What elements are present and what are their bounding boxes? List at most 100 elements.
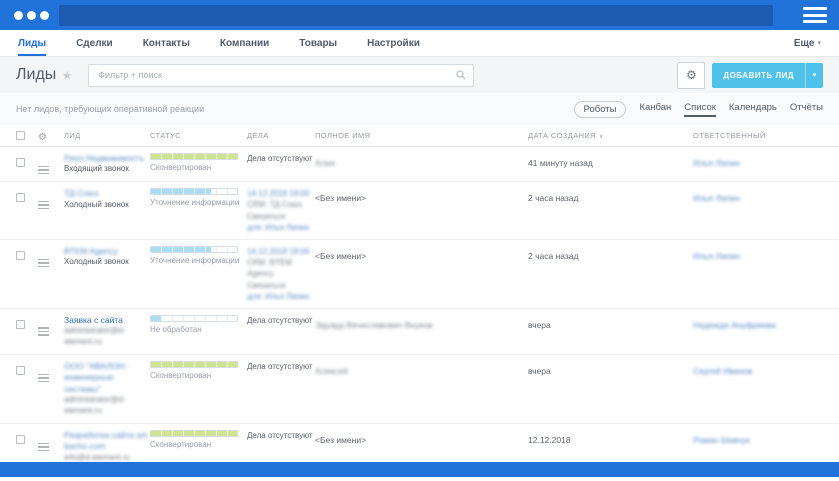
nav-tab-contacts[interactable]: Контакты: [143, 30, 190, 56]
status-label: Сконвертирован: [150, 163, 212, 172]
column-header-deals[interactable]: ДЕЛА: [247, 131, 315, 140]
filter-search-box[interactable]: [88, 63, 475, 87]
column-header-responsible[interactable]: ОТВЕТСТВЕННЫЙ: [693, 131, 839, 140]
fullname-cell: <Без имени>: [315, 188, 528, 206]
table-row[interactable]: ООО "АВАЛОН - инженерные системы" adminis…: [0, 355, 839, 425]
view-tab-list[interactable]: Список: [684, 102, 716, 117]
deal-text: CRM: BTEM: [247, 258, 292, 268]
row-checkbox[interactable]: [16, 158, 25, 167]
row-checkbox[interactable]: [16, 251, 25, 261]
lead-cell: Риэл Недвижимость Входящий звонок: [64, 153, 150, 175]
settings-button[interactable]: ⚙: [677, 61, 706, 89]
nav-tab-products[interactable]: Товары: [299, 30, 337, 56]
row-menu-icon[interactable]: [38, 258, 49, 268]
topbar-search-area[interactable]: [59, 4, 773, 26]
fullname-text: Алексей: [315, 366, 348, 377]
status-progress-bar: [150, 246, 238, 254]
view-switcher: Роботы Канбан Список Календарь Отчёты: [573, 100, 823, 118]
row-menu-icon[interactable]: [38, 165, 49, 174]
table-row[interactable]: BTEM Agency Холодный звонок Уточнение инфо…: [0, 240, 839, 309]
lead-subtext: Холодный звонок: [64, 257, 129, 267]
lead-link[interactable]: ТД Союз: [64, 188, 150, 199]
bottom-bar: [0, 462, 839, 477]
fullname-text: <Без имени>: [315, 251, 367, 262]
deal-link[interactable]: для: Илья Лапин: [247, 222, 315, 233]
lead-cell: Заявка с сайта administrator@d-element.ru: [64, 315, 150, 348]
fullname-cell: <Без имени>: [315, 430, 528, 448]
deal-link[interactable]: 14.12.2018 18:00: [247, 246, 315, 257]
lead-cell: BTEM Agency Холодный звонок: [64, 246, 150, 268]
lead-link[interactable]: Заявка с сайта: [64, 315, 150, 326]
deal-text: Дела отсутствуют: [247, 431, 313, 441]
lead-link[interactable]: Разработка сайта art-bacho.com: [64, 430, 150, 453]
add-lead-dropdown[interactable]: ▾: [805, 62, 823, 88]
table-row[interactable]: ТД Союз Холодный звонок Уточнение информац…: [0, 182, 839, 241]
row-checkbox[interactable]: [16, 435, 25, 445]
table-row[interactable]: Заявка с сайта administrator@d-element.ru…: [0, 309, 839, 356]
responsible-link[interactable]: Илья Лапин: [693, 158, 740, 168]
column-header-lead[interactable]: ЛИД: [64, 131, 150, 140]
status-cell: Сконвертирован: [150, 430, 247, 449]
fullname-text: <Без имени>: [315, 193, 367, 204]
app-dots-icon[interactable]: [14, 10, 49, 20]
created-cell: 2 часа назад: [528, 246, 693, 264]
status-label: Не обработан: [150, 324, 202, 334]
table-row[interactable]: Риэл Недвижимость Входящий звонок Сконверт…: [0, 147, 839, 183]
status-progress-fill: [151, 154, 237, 159]
row-checkbox[interactable]: [16, 193, 25, 203]
view-tab-robots[interactable]: Роботы: [573, 100, 627, 118]
deal-text: Дела отсутствуют: [247, 315, 313, 325]
responsible-cell: Илья Лапин: [693, 188, 839, 206]
row-menu-cell: [38, 188, 64, 210]
status-cell: Сконвертирован: [150, 153, 247, 172]
row-menu-cell: [38, 315, 64, 336]
responsible-link[interactable]: Надежда Ануфриева: [693, 320, 776, 330]
row-checkbox-cell: [16, 153, 38, 172]
deals-cell: Дела отсутствуют: [247, 153, 315, 164]
row-menu-icon[interactable]: [38, 200, 49, 210]
lead-link[interactable]: BTEM Agency: [64, 246, 150, 257]
status-cell: Уточнение информации: [150, 188, 247, 207]
row-checkbox[interactable]: [16, 319, 25, 329]
lead-link[interactable]: Риэл Недвижимость: [64, 153, 150, 164]
favorite-star-icon[interactable]: ★: [62, 69, 72, 82]
nav-tab-settings[interactable]: Настройки: [367, 30, 420, 56]
lead-link[interactable]: ООО "АВАЛОН - инженерные системы": [64, 361, 150, 395]
nav-more-button[interactable]: Еще ▾: [794, 30, 821, 56]
responsible-cell: Илья Лапин: [693, 153, 839, 171]
column-header-created[interactable]: ДАТА СОЗДАНИЯ ∨: [528, 131, 693, 140]
hamburger-icon[interactable]: [803, 7, 827, 23]
deal-link[interactable]: для: Илья Лапин: [247, 291, 315, 302]
status-label: Уточнение информации: [150, 256, 240, 266]
responsible-link[interactable]: Сергей Иванов: [693, 366, 753, 376]
add-lead-button[interactable]: ДОБАВИТЬ ЛИД ▾: [712, 62, 823, 88]
lead-subtext: administrator@d-element.ru: [64, 326, 126, 347]
fullname-text: Алия: [315, 158, 335, 168]
select-all-checkbox[interactable]: [16, 130, 25, 140]
fullname-cell: Эдуард Вячеславович Внуков: [315, 315, 528, 333]
responsible-cell: Надежда Ануфриева: [693, 315, 839, 333]
nav-tab-leads[interactable]: Лиды: [18, 30, 47, 56]
view-tab-kanban[interactable]: Канбан: [639, 102, 671, 117]
column-settings-gear-icon[interactable]: ⚙: [38, 132, 47, 143]
row-menu-icon[interactable]: [38, 442, 49, 452]
view-tab-calendar[interactable]: Календарь: [729, 102, 777, 117]
page-title: Лиды: [16, 66, 57, 83]
search-input[interactable]: [96, 69, 457, 81]
responsible-link[interactable]: Илья Лапин: [693, 193, 740, 203]
view-tab-reports[interactable]: Отчёты: [790, 102, 823, 117]
row-menu-icon[interactable]: [38, 327, 49, 336]
responsible-link[interactable]: Илья Лапин: [693, 251, 740, 261]
crm-window: Лиды Сделки Контакты Компании Товары Нас…: [0, 0, 839, 481]
row-checkbox[interactable]: [16, 366, 25, 376]
nav-tab-companies[interactable]: Компании: [220, 30, 269, 56]
deals-cell: 14.12.2018 18:00 CRM: BTEM Agency Связаться…: [247, 246, 315, 302]
status-progress-bar: [150, 430, 238, 438]
column-header-fullname[interactable]: ПОЛНОЕ ИМЯ: [315, 131, 528, 140]
row-menu-icon[interactable]: [38, 373, 49, 383]
nav-tab-deals[interactable]: Сделки: [76, 30, 113, 56]
column-header-status[interactable]: СТАТУС: [150, 131, 247, 140]
responsible-link[interactable]: Роман Шевчук: [693, 435, 750, 445]
deal-link[interactable]: 14.12.2018 18:00: [247, 188, 315, 199]
deals-cell: Дела отсутствуют: [247, 430, 315, 441]
